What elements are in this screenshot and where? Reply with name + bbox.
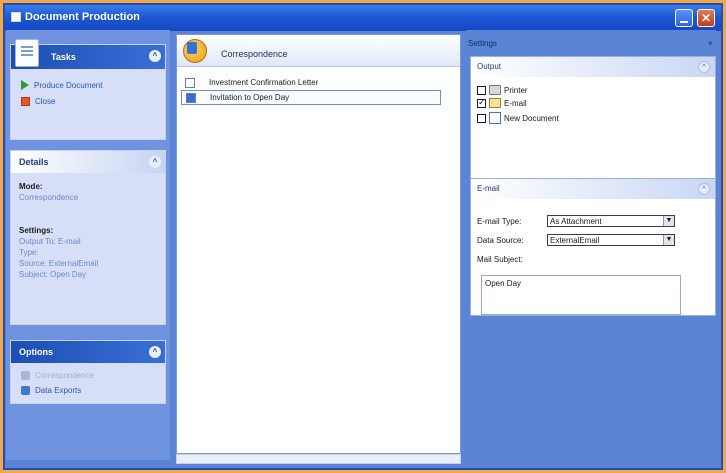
- new-document-icon: [489, 112, 501, 124]
- correspondence-icon: [21, 371, 30, 380]
- data-exports-option[interactable]: Data Exports: [21, 386, 81, 395]
- settings-line: Subject: Open Day: [19, 270, 87, 279]
- email-type-row: E-mail Type: As Attachment ▼: [477, 215, 675, 227]
- data-exports-icon: [21, 386, 30, 395]
- email-label: E-mail: [504, 98, 527, 108]
- settings-line: Type:: [19, 248, 39, 257]
- options-group: Options ^ Correspondence Data Exports: [10, 340, 166, 404]
- status-strip: [176, 454, 461, 464]
- correspondence-option-label: Correspondence: [35, 371, 95, 380]
- close-label: Close: [35, 96, 56, 106]
- close-link[interactable]: Close: [21, 95, 55, 107]
- printer-label: Printer: [504, 85, 528, 95]
- email-type-label: E-mail Type:: [477, 216, 522, 226]
- printer-icon: [489, 85, 501, 95]
- document-list: Investment Confirmation Letter Invitatio…: [181, 75, 456, 105]
- produce-document-label: Produce Document: [34, 80, 103, 90]
- list-item[interactable]: Invitation to Open Day: [181, 90, 441, 105]
- mail-subject-row: Mail Subject:: [477, 255, 547, 264]
- correspondence-icon: [183, 39, 207, 63]
- collapse-chevron-icon[interactable]: ^: [149, 50, 161, 62]
- data-source-select[interactable]: ExternalEmail ▼: [547, 234, 675, 246]
- tasks-header[interactable]: Tasks ^: [11, 39, 165, 69]
- output-header-label: Output: [477, 62, 502, 71]
- settings-line: Source: ExternalEmail: [19, 259, 99, 268]
- tasks-header-label: Tasks: [51, 52, 76, 62]
- minimize-button[interactable]: [675, 9, 693, 27]
- document-icon: [185, 77, 195, 88]
- new-document-option[interactable]: New Document: [477, 112, 559, 124]
- collapse-chevron-icon[interactable]: ^: [149, 346, 161, 358]
- email-header-label: E-mail: [477, 184, 500, 193]
- settings-pane: Settings × Output ^ Printer E-mail New D…: [466, 30, 716, 465]
- correspondence-header: Correspondence: [177, 35, 460, 67]
- settings-line: Output To: E-mail: [19, 237, 81, 246]
- email-panel: E-mail ^ E-mail Type: As Attachment ▼ Da…: [470, 178, 716, 316]
- output-header[interactable]: Output ^: [471, 57, 715, 77]
- options-header-label: Options: [19, 347, 53, 357]
- play-icon: [21, 80, 29, 90]
- data-source-label: Data Source:: [477, 235, 524, 245]
- window-title: Document Production: [25, 11, 140, 23]
- document-list-pane: Correspondence Investment Confirmation L…: [176, 34, 461, 454]
- dropdown-arrow-icon[interactable]: ▼: [663, 235, 674, 245]
- close-icon: [21, 96, 30, 106]
- title-bar[interactable]: Document Production ✕: [5, 5, 721, 31]
- document-label: Investment Confirmation Letter: [209, 78, 319, 87]
- new-document-checkbox[interactable]: [477, 113, 486, 123]
- details-header[interactable]: Details ^: [11, 151, 165, 173]
- details-header-label: Details: [19, 157, 49, 167]
- list-item[interactable]: Investment Confirmation Letter: [181, 75, 456, 90]
- email-type-value: As Attachment: [550, 217, 602, 226]
- close-window-button[interactable]: ✕: [697, 9, 715, 27]
- options-header[interactable]: Options ^: [11, 341, 165, 363]
- email-option[interactable]: E-mail: [477, 97, 527, 108]
- printer-option[interactable]: Printer: [477, 85, 528, 95]
- settings-label: Settings:: [19, 226, 54, 235]
- data-source-row: Data Source: ExternalEmail ▼: [477, 234, 675, 246]
- mail-icon: [489, 98, 501, 108]
- collapse-chevron-icon[interactable]: ^: [698, 183, 710, 195]
- printer-checkbox[interactable]: [477, 85, 486, 95]
- data-source-value: ExternalEmail: [550, 236, 600, 245]
- collapse-chevron-icon[interactable]: ^: [149, 156, 161, 168]
- document-label: Invitation to Open Day: [210, 93, 290, 102]
- pin-icon[interactable]: ×: [708, 39, 713, 48]
- details-group: Details ^ Mode: Correspondence Settings:…: [10, 150, 166, 325]
- correspondence-title: Correspondence: [221, 49, 288, 59]
- produce-document-link[interactable]: Produce Document: [21, 79, 102, 91]
- data-exports-option-label: Data Exports: [35, 386, 82, 395]
- mode-value: Correspondence: [19, 193, 79, 202]
- document-app-icon: [11, 12, 21, 22]
- new-document-label: New Document: [504, 113, 559, 123]
- email-header[interactable]: E-mail ^: [471, 179, 715, 199]
- tasks-group: Tasks ^ Produce Document Close: [10, 39, 166, 140]
- mode-label: Mode:: [19, 182, 43, 191]
- correspondence-option[interactable]: Correspondence: [21, 371, 94, 380]
- email-type-select[interactable]: As Attachment ▼: [547, 215, 675, 227]
- settings-title: Settings: [468, 39, 497, 48]
- document-icon: [186, 92, 196, 103]
- details-body: Mode: Correspondence Settings: Output To…: [19, 181, 98, 280]
- mail-subject-label: Mail Subject:: [477, 255, 523, 264]
- dropdown-arrow-icon[interactable]: ▼: [663, 216, 674, 226]
- email-checkbox[interactable]: [477, 97, 486, 108]
- collapse-chevron-icon[interactable]: ^: [698, 61, 710, 73]
- mail-subject-field[interactable]: Open Day: [481, 275, 681, 315]
- tasks-document-icon: [15, 39, 39, 67]
- left-task-pane: Tasks ^ Produce Document Close Details ^…: [6, 30, 170, 460]
